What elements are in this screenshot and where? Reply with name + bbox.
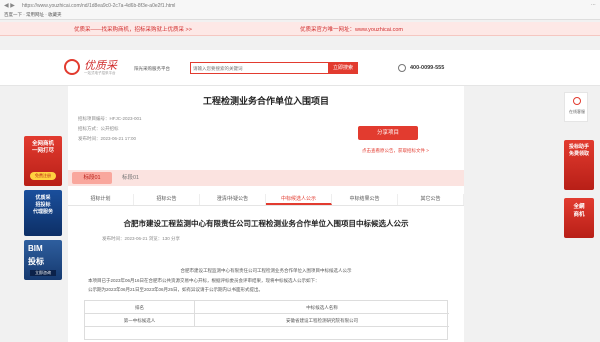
left-ad-2-title: 优质采 招投标 代理服务 [32, 195, 53, 215]
site-header: 优质采 一站式电子招采平台 阳光采购服务平台 立即搜索 400-0099-555 [0, 50, 600, 86]
project-meta-3: 发布时间：2023-06-21 17:00 [78, 136, 137, 141]
header-slogan: 阳光采购服务平台 [134, 66, 170, 71]
address-bar[interactable]: https://www.youzhicai.com/nd/1d8ea9c0-2c… [22, 3, 442, 10]
hotline-number: 400-0099-555 [410, 65, 445, 71]
table-cell-name: 安徽省建设工程检测研究院有限公司 [286, 318, 358, 323]
left-ad-3-title1: BIM [28, 244, 43, 253]
project-title: 工程检测业务合作单位入围项目 [202, 96, 329, 106]
share-project-button[interactable]: 分享项目 [358, 126, 418, 140]
table-header-name: 中标候选人名称 [306, 305, 338, 310]
notice-body-line-1: 本项目已于2023年06月16日在合肥市公共资源交易中心开标，根据评标委员会评审… [88, 278, 320, 283]
project-meta-2: 招标方式：公开招标 [78, 126, 119, 131]
section-tab-active[interactable]: 标段01 [72, 172, 112, 184]
tab-announcement[interactable]: 招标公告 [134, 194, 200, 205]
notice-left-link[interactable]: 优质采——找采购商机，招标采购就上优质采 >> [74, 25, 192, 33]
browser-chrome: ◀ ▶ https://www.youzhicai.com/nd/1d8ea9c… [0, 0, 600, 20]
notice-right-link[interactable]: 优质采官方唯一网址：www.youzhicai.com [300, 25, 403, 33]
search-input[interactable] [193, 64, 323, 72]
bookmarks-bar[interactable]: 百度一下 · 常用网址 · 收藏夹 [4, 12, 62, 19]
left-ad-bim[interactable]: BIM 投标 立即咨询 [24, 240, 62, 280]
project-meta-1: 招标项目编号：HFJC-2023-001 [78, 116, 142, 121]
table-row: 第一中标候选人 安徽省建设工程检测研究院有限公司 [85, 314, 449, 327]
right-ad-assistant[interactable]: 投标助手 免费领取 [564, 140, 594, 190]
left-ad-3-button[interactable]: 立即咨询 [30, 270, 56, 276]
service-icon [573, 97, 581, 105]
right-ad-opportunities[interactable]: 全網 商机 [564, 198, 594, 238]
site-logo[interactable]: 优质采 一站式电子招采平台 [64, 57, 128, 79]
notice-type-tabs: 招标计划 招标公告 澄清/补疑公告 中标候选人公示 中标结果公告 其它公告 [68, 194, 464, 206]
back-icon[interactable]: ◀ ▶ [4, 2, 16, 10]
section-tabbar: 标段01 标段01 [68, 170, 464, 186]
right-ad-2-title: 全網 商机 [573, 204, 585, 218]
tab-result[interactable]: 中标结果公告 [332, 194, 398, 205]
logo-subtitle: 一站式电子招采平台 [84, 71, 116, 75]
hotline: 400-0099-555 [398, 64, 458, 74]
left-ad-bidding-service[interactable]: 优质采 招投标 代理服务 [24, 190, 62, 236]
tab-plan[interactable]: 招标计划 [68, 194, 134, 205]
logo-mark-icon [64, 59, 80, 75]
notice-meta: 发布时间：2023-06-21 浏览：130 分享 [102, 236, 181, 241]
notice-title: 合肥市建设工程监测中心有限责任公司工程检测业务合作单位入围项目中标候选人公示 [123, 219, 409, 228]
search-box: 立即搜索 [190, 62, 358, 74]
tab-other[interactable]: 其它公告 [398, 194, 464, 205]
left-ad-3-title2: 投标 [28, 257, 44, 266]
notice-body-heading: 合肥市建设工程监测中心有限责任公司工程检测业务合作单位入围项目中标候选人公示 [180, 268, 352, 273]
main-content: 工程检测业务合作单位入围项目 招标项目编号：HFJC-2023-001 招标方式… [68, 86, 464, 342]
table-cell-rank: 第一中标候选人 [85, 314, 195, 327]
top-notice-bar: 优质采——找采购商机，招标采购就上优质采 >> 优质采官方唯一网址：www.yo… [0, 22, 600, 36]
table-header-rank: 排名 [85, 301, 195, 314]
search-button[interactable]: 立即搜索 [328, 62, 358, 74]
section-tab-name[interactable]: 标段01 [122, 172, 139, 184]
table-header-row: 排名 中标候选人名称 [85, 301, 449, 314]
left-ad-1-title: 全网商机 一网打尽 [31, 141, 54, 154]
right-ad-1-title: 投标助手 免费领取 [568, 144, 589, 157]
tab-candidates[interactable]: 中标候选人公示 [266, 194, 332, 205]
browser-menu-icon[interactable]: ⋯ [591, 2, 596, 8]
view-original-link[interactable]: 点击查看原公告，获取招标文件 > [362, 148, 429, 154]
online-service-button[interactable]: 在线客服 [564, 92, 588, 122]
tab-clarification[interactable]: 澄清/补疑公告 [200, 194, 266, 205]
left-ad-1-button[interactable]: 免费注册 [30, 172, 56, 180]
left-ad-opportunities[interactable]: 全网商机 一网打尽 免费注册 [24, 136, 62, 186]
notice-body-line-2: 公示期为2023年06月21日至2023年06月25日，如有异议请于公示期内以书… [88, 287, 264, 292]
service-label: 在线客服 [569, 109, 585, 114]
phone-icon [398, 64, 406, 72]
candidates-table: 排名 中标候选人名称 第一中标候选人 安徽省建设工程检测研究院有限公司 [84, 300, 449, 340]
